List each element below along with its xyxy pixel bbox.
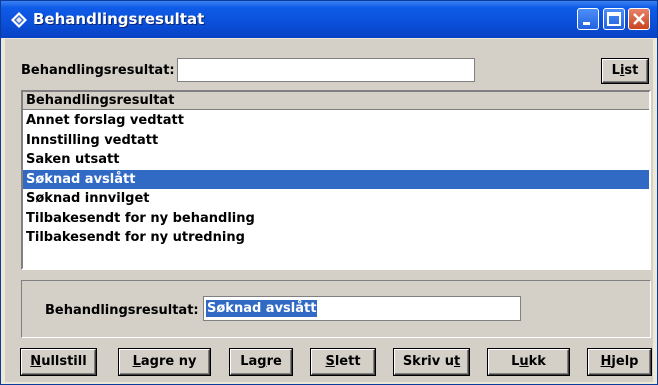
maximize-icon (607, 12, 621, 26)
detail-input[interactable]: Søknad avslått (203, 296, 521, 321)
title-bar[interactable]: Behandlingsresultat (1, 1, 657, 38)
skriv-ut-button[interactable]: Skriv ut (394, 349, 469, 375)
result-listbox[interactable]: Behandlingsresultat Annet forslag vedtat… (21, 90, 651, 270)
close-button[interactable] (628, 8, 650, 30)
app-window: Behandlingsresultat Behandlingsresultat:… (0, 0, 658, 385)
list-column-header[interactable]: Behandlingsresultat (23, 92, 649, 110)
app-icon (11, 12, 27, 28)
maximize-button[interactable] (603, 8, 625, 30)
list-item[interactable]: Innstilling vedtatt (23, 131, 649, 150)
hjelp-button[interactable]: Hjelp (588, 349, 651, 375)
slett-button[interactable]: Slett (311, 349, 375, 375)
minimize-button[interactable] (577, 8, 599, 30)
search-input[interactable] (177, 58, 475, 82)
client-area: Behandlingsresultat: List Behandlingsres… (5, 39, 653, 382)
list-item-selected[interactable]: Søknad avslått (23, 170, 649, 189)
search-label: Behandlingsresultat: (21, 63, 175, 78)
close-icon (633, 13, 645, 25)
window-title: Behandlingsresultat (33, 10, 205, 28)
detail-label: Behandlingsresultat: (45, 303, 199, 318)
lagre-button[interactable]: Lagre (230, 349, 292, 375)
list-item[interactable]: Tilbakesendt for ny behandling (23, 209, 649, 228)
list-item[interactable]: Søknad innvilget (23, 189, 649, 208)
detail-input-value: Søknad avslått (206, 300, 318, 317)
list-item[interactable]: Saken utsatt (23, 150, 649, 169)
list-item[interactable]: Tilbakesendt for ny utredning (23, 228, 649, 247)
minimize-icon (583, 22, 590, 25)
lukk-button[interactable]: Lukk (488, 349, 569, 375)
list-button[interactable]: List (602, 59, 648, 83)
nullstill-button[interactable]: Nullstill (21, 349, 96, 375)
lagre-ny-button[interactable]: Lagre ny (119, 349, 210, 375)
list-item[interactable]: Annet forslag vedtatt (23, 111, 649, 130)
